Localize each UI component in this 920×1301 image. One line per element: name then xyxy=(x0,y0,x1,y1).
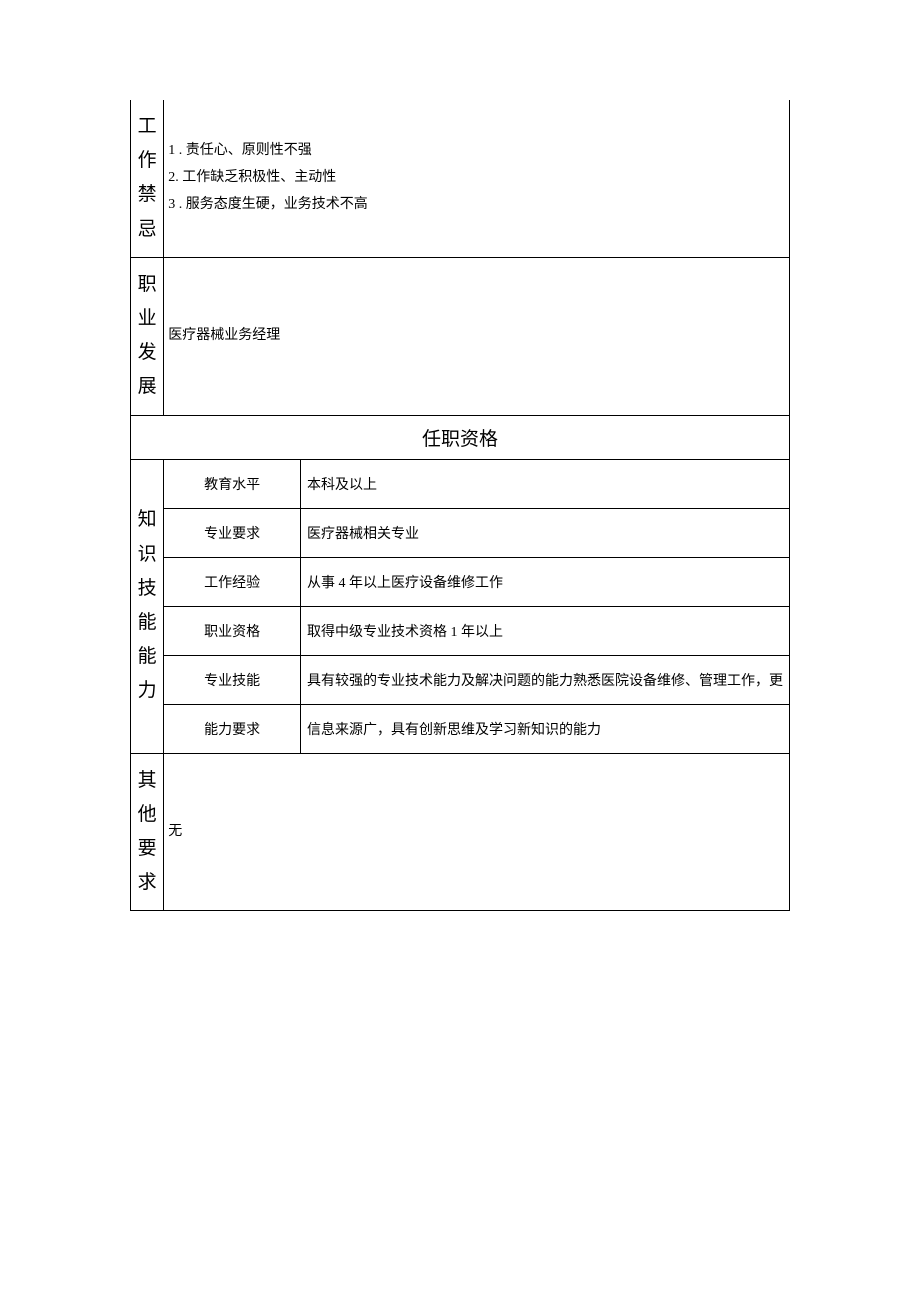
knowledge-key: 能力要求 xyxy=(164,704,301,753)
knowledge-value: 本科及以上 xyxy=(301,459,790,508)
taboo-item: 1 . 责任心、原则性不强 xyxy=(168,138,785,165)
career-row: 职业发展 医疗器械业务经理 xyxy=(131,257,790,415)
knowledge-value: 信息来源广，具有创新思维及学习新知识的能力 xyxy=(301,704,790,753)
knowledge-label: 知识技能能力 xyxy=(131,459,164,753)
knowledge-key: 专业要求 xyxy=(164,508,301,557)
knowledge-row: 能力要求 信息来源广，具有创新思维及学习新知识的能力 xyxy=(131,704,790,753)
other-value: 无 xyxy=(164,753,790,911)
career-label: 职业发展 xyxy=(131,257,164,415)
taboos-row: 工作禁忌 1 . 责任心、原则性不强 2. 工作缺乏积极性、主动性 3 . 服务… xyxy=(131,100,790,257)
taboos-content: 1 . 责任心、原则性不强 2. 工作缺乏积极性、主动性 3 . 服务态度生硬，… xyxy=(164,100,790,257)
knowledge-value: 取得中级专业技术资格 1 年以上 xyxy=(301,606,790,655)
knowledge-value: 具有较强的专业技术能力及解决问题的能力熟悉医院设备维修、管理工作，更 xyxy=(301,655,790,704)
knowledge-key: 工作经验 xyxy=(164,557,301,606)
other-label: 其他要求 xyxy=(131,753,164,911)
knowledge-row: 知识技能能力 教育水平 本科及以上 xyxy=(131,459,790,508)
knowledge-row: 工作经验 从事 4 年以上医疗设备维修工作 xyxy=(131,557,790,606)
knowledge-value: 从事 4 年以上医疗设备维修工作 xyxy=(301,557,790,606)
knowledge-row: 专业要求 医疗器械相关专业 xyxy=(131,508,790,557)
taboos-label: 工作禁忌 xyxy=(131,100,164,257)
knowledge-row: 职业资格 取得中级专业技术资格 1 年以上 xyxy=(131,606,790,655)
qualifications-header-row: 任职资格 xyxy=(131,415,790,459)
knowledge-row: 专业技能 具有较强的专业技术能力及解决问题的能力熟悉医院设备维修、管理工作，更 xyxy=(131,655,790,704)
career-value: 医疗器械业务经理 xyxy=(164,257,790,415)
knowledge-key: 职业资格 xyxy=(164,606,301,655)
knowledge-key: 教育水平 xyxy=(164,459,301,508)
qualifications-header: 任职资格 xyxy=(131,415,790,459)
knowledge-key: 专业技能 xyxy=(164,655,301,704)
taboo-item: 3 . 服务态度生硬，业务技术不高 xyxy=(168,192,785,219)
knowledge-value: 医疗器械相关专业 xyxy=(301,508,790,557)
taboo-item: 2. 工作缺乏积极性、主动性 xyxy=(168,165,785,192)
other-row: 其他要求 无 xyxy=(131,753,790,911)
job-spec-table: 工作禁忌 1 . 责任心、原则性不强 2. 工作缺乏积极性、主动性 3 . 服务… xyxy=(130,100,790,911)
